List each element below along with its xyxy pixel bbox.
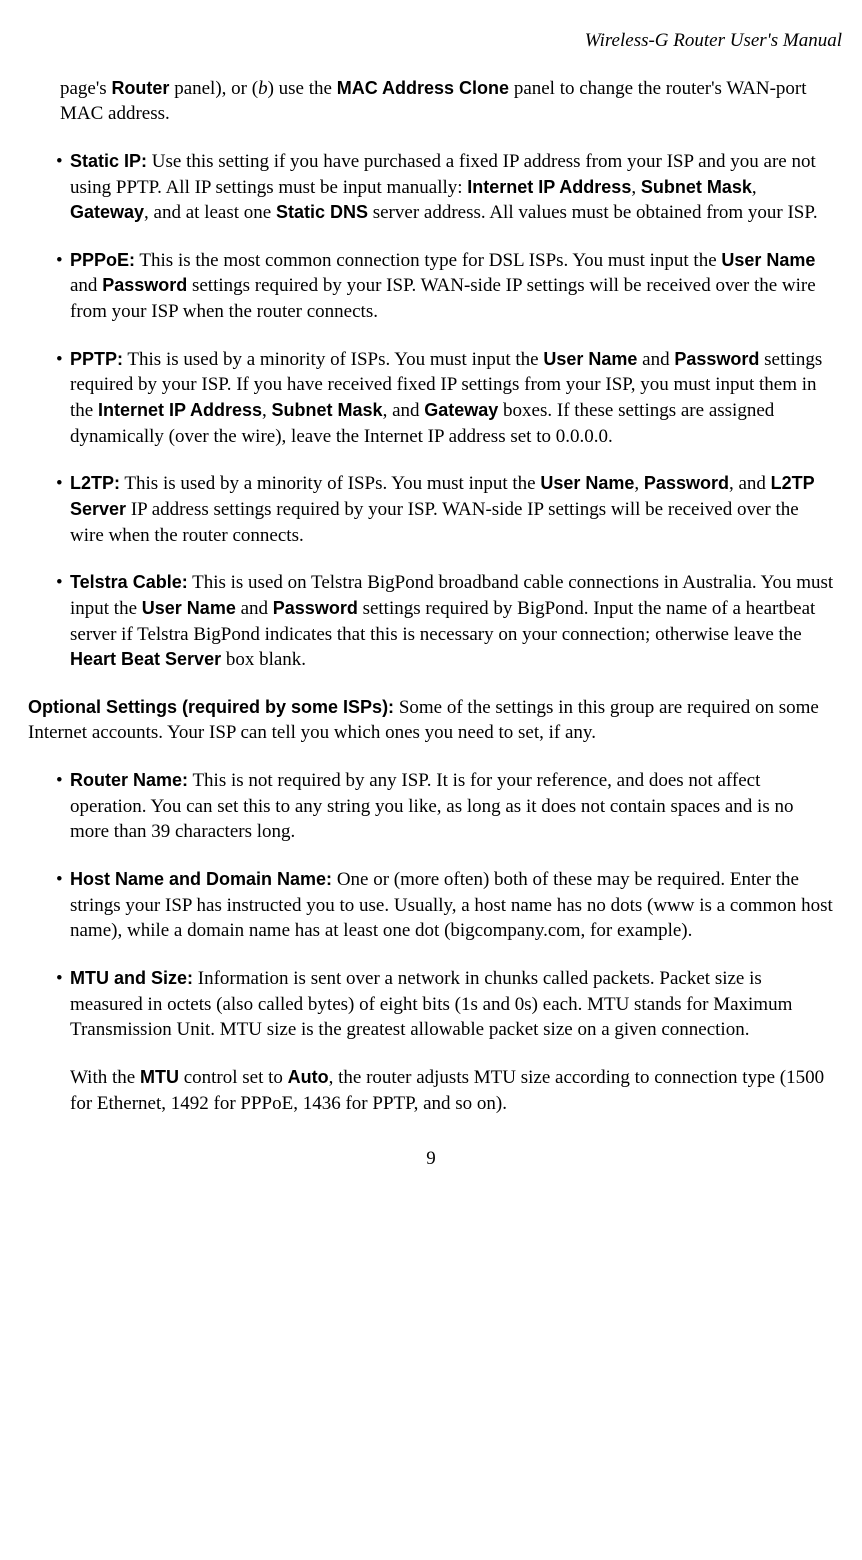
text: panel), or (	[169, 78, 258, 99]
bold-subnet-mask: Subnet Mask	[641, 177, 752, 197]
text: ) use the	[268, 78, 337, 99]
text: This is used by a minority of ISPs. You …	[123, 349, 543, 370]
bold-username: User Name	[540, 473, 634, 493]
label-l2tp: L2TP:	[70, 473, 120, 493]
label-pppoe: PPPoE:	[70, 250, 135, 270]
bold-internet-ip: Internet IP Address	[98, 400, 262, 420]
bold-mac-clone: MAC Address Clone	[337, 78, 509, 98]
bold-internet-ip: Internet IP Address	[467, 177, 631, 197]
bullet-icon: •	[56, 149, 70, 175]
bullet-icon: •	[56, 347, 70, 373]
bullet-icon: •	[56, 966, 70, 992]
text: ,	[262, 400, 272, 421]
text: This is the most common connection type …	[135, 250, 721, 271]
text: , and at least one	[144, 202, 276, 223]
bold-heartbeat: Heart Beat Server	[70, 649, 221, 669]
bullet-l2tp: •L2TP: This is used by a minority of ISP…	[38, 471, 834, 548]
bold-username: User Name	[142, 598, 236, 618]
bullet-router-name: •Router Name: This is not required by an…	[38, 768, 834, 845]
bold-auto: Auto	[288, 1067, 329, 1087]
text: page's	[60, 78, 111, 99]
bold-mtu: MTU	[140, 1067, 179, 1087]
text: server address. All values must be obtai…	[368, 202, 818, 223]
label-pptp: PPTP:	[70, 349, 123, 369]
text: This is used by a minority of ISPs. You …	[120, 473, 540, 494]
label-optional: Optional Settings (required by some ISPs…	[28, 697, 394, 717]
text: and	[70, 275, 102, 296]
bullet-icon: •	[56, 248, 70, 274]
label-static-ip: Static IP:	[70, 151, 147, 171]
label-host-domain: Host Name and Domain Name:	[70, 869, 332, 889]
bold-password: Password	[674, 349, 759, 369]
bold-router: Router	[111, 78, 169, 98]
label-mtu: MTU and Size:	[70, 968, 193, 988]
bullet-host-domain: •Host Name and Domain Name: One or (more…	[38, 867, 834, 944]
bullet-mtu: •MTU and Size: Information is sent over …	[38, 966, 834, 1043]
bold-password: Password	[273, 598, 358, 618]
bold-password: Password	[644, 473, 729, 493]
bold-static-dns: Static DNS	[276, 202, 368, 222]
bullet-icon: •	[56, 471, 70, 497]
text: , and	[383, 400, 425, 421]
text: , and	[729, 473, 771, 494]
page-header: Wireless-G Router User's Manual	[20, 28, 842, 54]
bullet-icon: •	[56, 570, 70, 596]
italic-b: b	[258, 78, 268, 99]
page-number: 9	[20, 1146, 842, 1172]
optional-settings-heading: Optional Settings (required by some ISPs…	[28, 695, 834, 746]
bullet-static-ip: •Static IP: Use this setting if you have…	[38, 149, 834, 226]
page-content: page's Router panel), or (b) use the MAC…	[20, 76, 842, 1117]
label-telstra: Telstra Cable:	[70, 572, 188, 592]
mtu-continuation: With the MTU control set to Auto, the ro…	[38, 1065, 834, 1116]
bold-gateway: Gateway	[70, 202, 144, 222]
text: IP address settings required by your ISP…	[70, 499, 799, 546]
bold-username: User Name	[721, 250, 815, 270]
bullet-mtu-group: •MTU and Size: Information is sent over …	[38, 966, 834, 1116]
text: and	[637, 349, 674, 370]
text: control set to	[179, 1067, 288, 1088]
bold-gateway: Gateway	[424, 400, 498, 420]
text: ,	[752, 177, 757, 198]
text: ,	[634, 473, 644, 494]
bullet-icon: •	[56, 768, 70, 794]
bold-subnet-mask: Subnet Mask	[272, 400, 383, 420]
bullet-pptp: •PPTP: This is used by a minority of ISP…	[38, 347, 834, 450]
bullet-icon: •	[56, 867, 70, 893]
text: box blank.	[221, 649, 306, 670]
label-router-name: Router Name:	[70, 770, 188, 790]
continued-paragraph: page's Router panel), or (b) use the MAC…	[28, 76, 834, 127]
bullet-telstra: •Telstra Cable: This is used on Telstra …	[38, 570, 834, 673]
text: and	[236, 598, 273, 619]
text: With the	[70, 1067, 140, 1088]
bullet-pppoe: •PPPoE: This is the most common connecti…	[38, 248, 834, 325]
text: ,	[631, 177, 641, 198]
bold-username: User Name	[543, 349, 637, 369]
bold-password: Password	[102, 275, 187, 295]
